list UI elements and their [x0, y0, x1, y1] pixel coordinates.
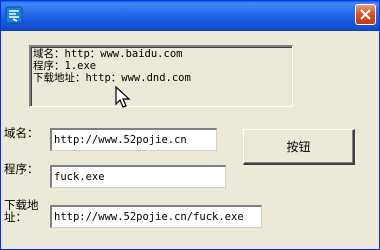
title-bar[interactable] [1, 1, 379, 31]
info-memo[interactable]: 域名：http：www.baidu.com 程序：1.exe 下载地址：http… [29, 45, 293, 107]
app-window: 域名：http：www.baidu.com 程序：1.exe 下载地址：http… [0, 0, 380, 250]
close-icon [360, 9, 371, 20]
memo-line: 程序：1.exe [33, 60, 97, 72]
download-url-input[interactable]: http://www.52pojie.cn/fuck.exe [50, 205, 262, 228]
close-button[interactable] [355, 4, 376, 25]
domain-label: 域名： [4, 126, 39, 140]
program-label: 程序： [4, 162, 39, 176]
app-logo-icon [5, 6, 23, 24]
action-button[interactable]: 按钮 [243, 129, 355, 165]
download-label-line2: 址： [4, 210, 27, 224]
memo-line: 域名：http：www.baidu.com [33, 48, 183, 60]
client-area: 域名：http：www.baidu.com 程序：1.exe 下载地址：http… [4, 31, 378, 248]
mouse-pointer-icon [115, 86, 131, 108]
program-input[interactable]: fuck.exe [50, 165, 226, 188]
domain-input[interactable]: http://www.52pojie.cn [50, 128, 217, 151]
memo-line: 下载地址：http：www.dnd.com [33, 72, 191, 84]
action-button-label: 按钮 [286, 140, 311, 154]
